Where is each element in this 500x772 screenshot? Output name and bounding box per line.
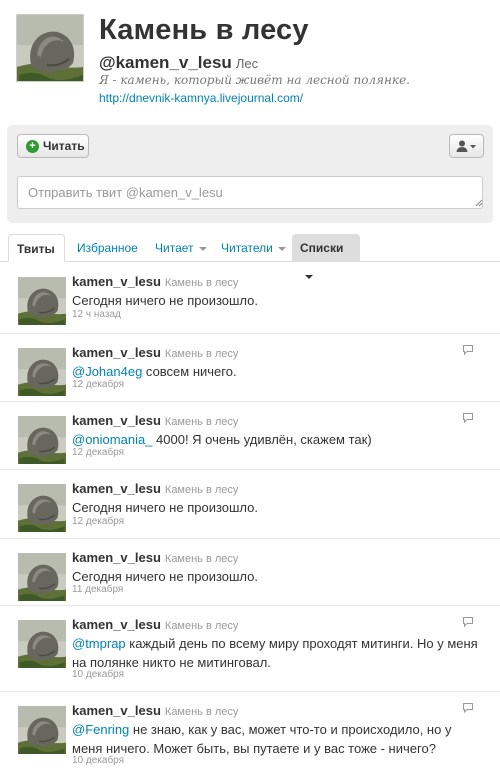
- reply-icon[interactable]: [462, 412, 474, 424]
- tweet-text-body: Сегодня ничего не произошло.: [72, 293, 259, 308]
- tweet-text: Сегодня ничего не произошло.: [72, 291, 484, 310]
- tweet-timestamp[interactable]: 10 декабря: [72, 755, 124, 766]
- tweet-full-name: Камень в лесу: [164, 277, 239, 289]
- tweet-mention-link[interactable]: @Johan4eg: [72, 364, 142, 379]
- tweet-author: kamen_v_lesu Камень в лесу: [72, 550, 238, 565]
- reply-icon[interactable]: [462, 616, 474, 628]
- tweet-text-body: Сегодня ничего не произошло.: [72, 500, 259, 515]
- tab-tweets[interactable]: Твиты: [8, 234, 65, 262]
- profile-location: Лес: [235, 56, 259, 71]
- tweet-item[interactable]: kamen_v_lesu Камень в лесу Сегодня ничего…: [0, 539, 500, 606]
- tab-lists-label: Списки: [300, 241, 344, 255]
- tweet-full-name: Камень в лесу: [164, 416, 239, 428]
- tweet-timestamp[interactable]: 12 декабря: [72, 516, 124, 527]
- tweet-screen-name[interactable]: kamen_v_lesu: [72, 481, 161, 496]
- tweet-item[interactable]: kamen_v_lesu Камень в лесу Сегодня ничего…: [0, 470, 500, 539]
- profile-tabs: Твиты Избранное Читает Читатели Списки: [0, 234, 500, 279]
- tweet-author: kamen_v_lesu Камень в лесу: [72, 345, 238, 360]
- tweet-text: @oniomania_ 4000! Я очень удивлён, скаже…: [72, 430, 484, 449]
- resize-grip-icon[interactable]: [475, 199, 483, 207]
- profile-handle: @kamen_v_lesu Лес: [99, 53, 258, 73]
- tab-lists[interactable]: Списки: [292, 234, 360, 279]
- tweet-text: @Fenring не знаю, как у вас, может что-т…: [72, 720, 484, 758]
- profile-header: Камень в лесу @kamen_v_lesu Лес Я - камен…: [0, 0, 500, 120]
- plus-icon: +: [26, 139, 39, 153]
- tweet-text: @Johan4eg совсем ничего.: [72, 362, 484, 381]
- tweet-text-body: каждый день по всему миру проходят митин…: [72, 636, 478, 670]
- tweet-mention-link[interactable]: @Fenring: [72, 722, 129, 737]
- tweet-text-body: 4000! Я очень удивлён, скажем так): [152, 432, 372, 447]
- tweet-text-body: не знаю, как у вас, может что-то и проис…: [72, 722, 452, 756]
- follow-button[interactable]: + Читать: [17, 134, 89, 158]
- avatar[interactable]: [18, 277, 66, 325]
- action-panel: + Читать Отправить твит @kamen_v_lesu: [7, 125, 493, 223]
- avatar[interactable]: [18, 706, 66, 754]
- avatar[interactable]: [18, 416, 66, 464]
- tweet-timestamp[interactable]: 12 декабря: [72, 379, 124, 390]
- tweet-item[interactable]: kamen_v_lesu Камень в лесу @Fenring не зн…: [0, 692, 500, 772]
- profile-name: Камень в лесу: [99, 14, 309, 46]
- tab-favorites[interactable]: Избранное: [69, 234, 146, 262]
- tweet-author: kamen_v_lesu Камень в лесу: [72, 617, 238, 632]
- reply-icon[interactable]: [462, 702, 474, 714]
- tweet-full-name: Камень в лесу: [164, 348, 239, 360]
- tweet-full-name: Камень в лесу: [164, 484, 239, 496]
- tweet-screen-name[interactable]: kamen_v_lesu: [72, 550, 161, 565]
- tab-favorites-label: Избранное: [77, 241, 138, 255]
- tweet-mention-link[interactable]: @oniomania_: [72, 432, 152, 447]
- tweet-screen-name[interactable]: kamen_v_lesu: [72, 703, 161, 718]
- user-icon: [456, 140, 476, 152]
- tweet-item[interactable]: kamen_v_lesu Камень в лесу @tmprap каждый…: [0, 606, 500, 692]
- tab-followers-label: Читатели: [221, 241, 273, 255]
- tweet-text: Сегодня ничего не произошло.: [72, 498, 484, 517]
- tweet-screen-name[interactable]: kamen_v_lesu: [72, 413, 161, 428]
- tweet-author: kamen_v_lesu Камень в лесу: [72, 481, 238, 496]
- tweet-screen-name[interactable]: kamen_v_lesu: [72, 274, 161, 289]
- tweet-timestamp[interactable]: 11 декабря: [72, 584, 123, 595]
- tweet-full-name: Камень в лесу: [164, 553, 239, 565]
- tweet-author: kamen_v_lesu Камень в лесу: [72, 703, 238, 718]
- tweet-author: kamen_v_lesu Камень в лесу: [72, 274, 238, 289]
- tweet-text-body: Сегодня ничего не произошло.: [72, 569, 259, 584]
- reply-icon[interactable]: [462, 344, 474, 356]
- profile-url-link[interactable]: http://dnevnik-kamnya.livejournal.com/: [99, 91, 303, 105]
- avatar[interactable]: [18, 348, 66, 396]
- tweet-screen-name[interactable]: kamen_v_lesu: [72, 345, 161, 360]
- tab-following-label: Читает: [155, 241, 194, 255]
- tweet-timestamp[interactable]: 12 ч назад: [72, 309, 121, 320]
- tweet-author: kamen_v_lesu Камень в лесу: [72, 413, 238, 428]
- follow-button-label: Читать: [43, 139, 85, 153]
- tweet-text: Сегодня ничего не произошло.: [72, 567, 484, 586]
- profile-avatar[interactable]: [16, 14, 84, 82]
- avatar[interactable]: [18, 620, 66, 668]
- avatar[interactable]: [18, 484, 66, 532]
- tab-following[interactable]: Читает: [147, 234, 215, 262]
- user-menu-button[interactable]: [449, 134, 484, 158]
- tweet-full-name: Камень в лесу: [164, 706, 239, 718]
- tab-followers[interactable]: Читатели: [213, 234, 294, 262]
- profile-handle-text: @kamen_v_lesu: [99, 53, 232, 72]
- tweet-mention-link[interactable]: @tmprap: [72, 636, 126, 651]
- tweet-text-body: совсем ничего.: [142, 364, 237, 379]
- chevron-down-icon: [277, 246, 286, 251]
- tweet-item[interactable]: kamen_v_lesu Камень в лесу @oniomania_ 40…: [0, 402, 500, 470]
- tweet-item[interactable]: kamen_v_lesu Камень в лесу @Johan4eg совс…: [0, 334, 500, 402]
- tweet-screen-name[interactable]: kamen_v_lesu: [72, 617, 161, 632]
- chevron-down-icon: [198, 246, 207, 251]
- tweet-item[interactable]: kamen_v_lesu Камень в лесу Сегодня ничего…: [0, 263, 500, 334]
- tweet-full-name: Камень в лесу: [164, 620, 239, 632]
- tweet-input[interactable]: Отправить твит @kamen_v_lesu: [17, 176, 483, 209]
- tweet-text: @tmprap каждый день по всему миру проход…: [72, 634, 484, 672]
- tweet-timestamp[interactable]: 10 декабря: [72, 669, 124, 680]
- tab-tweets-label: Твиты: [17, 242, 55, 256]
- avatar[interactable]: [18, 553, 66, 601]
- profile-bio: Я - камень, который живёт на лесной поля…: [99, 73, 410, 87]
- tweet-timestamp[interactable]: 12 декабря: [72, 447, 124, 458]
